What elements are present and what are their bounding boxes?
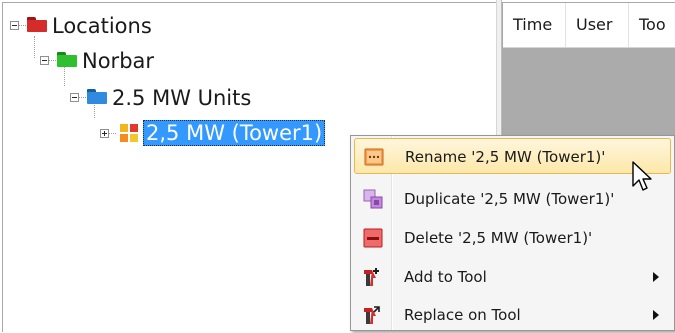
menu-item-label: Duplicate '2,5 MW (Tower1)' [404, 190, 615, 208]
column-header-time[interactable]: Time [503, 3, 566, 47]
folder-red-icon [27, 17, 47, 32]
tree-node-tower1[interactable]: 2,5 MW (Tower1) [3, 120, 383, 146]
tree-node-label: Locations [52, 14, 152, 38]
menu-item-delete[interactable]: Delete '2,5 MW (Tower1)' [354, 220, 671, 256]
tree-node-units[interactable]: 2.5 MW Units [3, 85, 323, 111]
collapse-toggle[interactable] [70, 93, 79, 102]
table-header: Time User Too [503, 3, 675, 48]
column-header-tool[interactable]: Too [629, 3, 675, 47]
menu-item-label: Add to Tool [404, 268, 487, 286]
collapse-toggle[interactable] [10, 21, 19, 30]
folder-blue-icon [87, 89, 107, 104]
tree-node-norbar[interactable]: Norbar [3, 48, 223, 74]
menu-item-label: Replace on Tool [404, 306, 521, 324]
tree-node-label: 2.5 MW Units [112, 86, 252, 110]
menu-item-rename[interactable]: Rename '2,5 MW (Tower1)' [354, 138, 671, 174]
menu-item-duplicate[interactable]: Duplicate '2,5 MW (Tower1)' [354, 181, 671, 217]
menu-item-replace-on-tool[interactable]: Replace on Tool [354, 297, 671, 333]
asset-grid-icon [120, 124, 139, 143]
rename-icon [364, 148, 384, 166]
column-header-user[interactable]: User [566, 3, 629, 47]
mouse-pointer-icon [632, 161, 652, 191]
tree-node-locations[interactable]: Locations [3, 13, 203, 39]
add-to-tool-icon [364, 268, 379, 286]
duplicate-icon [363, 189, 383, 209]
delete-icon [363, 228, 383, 248]
expand-toggle[interactable] [100, 129, 109, 138]
context-menu: Rename '2,5 MW (Tower1)' Duplicate '2,5 … [350, 135, 675, 331]
submenu-arrow-icon [653, 310, 659, 320]
menu-item-label: Delete '2,5 MW (Tower1)' [404, 229, 593, 247]
replace-on-tool-icon [364, 306, 380, 324]
tree-node-label: 2,5 MW (Tower1) [143, 120, 326, 146]
submenu-arrow-icon [653, 272, 659, 282]
menu-item-label: Rename '2,5 MW (Tower1)' [405, 148, 606, 166]
tree-node-label: Norbar [82, 49, 155, 73]
collapse-toggle[interactable] [40, 56, 49, 65]
folder-green-icon [57, 52, 77, 67]
menu-item-add-to-tool[interactable]: Add to Tool [354, 259, 671, 295]
